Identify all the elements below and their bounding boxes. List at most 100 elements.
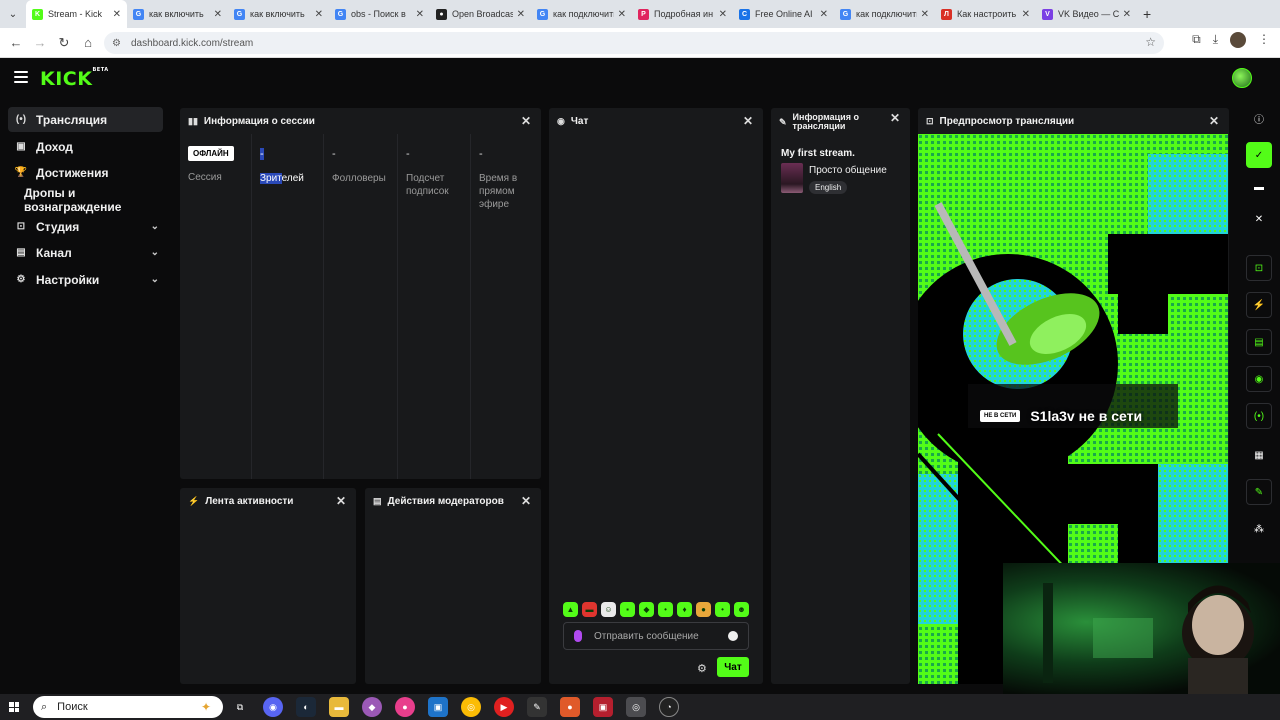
sidebar-item-income[interactable]: ▣ Доход <box>8 134 163 159</box>
emote-icon[interactable]: ▲ <box>563 602 578 617</box>
browser-tab[interactable]: P Подробная ин ✕ <box>632 0 733 28</box>
reload-icon[interactable]: ↻ <box>52 35 76 51</box>
close-icon[interactable]: ✕ <box>521 494 531 508</box>
sidebar-item-studio[interactable]: ⊡ Студия ⌄ <box>8 214 163 239</box>
close-tab-icon[interactable]: ✕ <box>921 9 929 20</box>
browser-tab[interactable]: K Stream - Kick ✕ <box>26 0 127 28</box>
emote-icon[interactable]: ◆ <box>639 602 654 617</box>
editor-icon[interactable]: ✎ <box>527 697 547 717</box>
pencil-icon[interactable]: ✎ <box>1246 479 1272 505</box>
document-icon[interactable]: ▤ <box>1246 329 1272 355</box>
back-icon[interactable]: ← <box>4 35 28 50</box>
close-tab-icon[interactable]: ✕ <box>214 9 222 20</box>
emote-icon[interactable]: • <box>658 602 673 617</box>
profile-avatar[interactable] <box>1230 32 1246 48</box>
browser-tab[interactable]: Gкак подключить ✕ <box>531 0 632 28</box>
chevron-down-icon: ⌄ <box>150 247 159 258</box>
browser-tab[interactable]: C Free Online AI ✕ <box>733 0 834 28</box>
menu-icon[interactable] <box>14 71 28 83</box>
close-icon[interactable]: ✕ <box>521 114 531 128</box>
browser-tab[interactable]: Gкак включить ✕ <box>228 0 329 28</box>
store-icon[interactable]: ▣ <box>428 697 448 717</box>
user-avatar[interactable] <box>1232 68 1252 88</box>
group-icon[interactable]: ⁂ <box>1246 516 1272 542</box>
folder-icon[interactable]: ▬ <box>329 697 349 717</box>
sidebar-item-stream[interactable]: (•) Трансляция <box>8 107 163 132</box>
close-tab-icon[interactable]: ✕ <box>113 9 121 20</box>
info-icon[interactable]: ⓘ <box>1246 105 1272 131</box>
emote-icon[interactable]: ☻ <box>734 602 749 617</box>
app-orange-icon[interactable]: ● <box>560 697 580 717</box>
obs-icon[interactable]: ◔ <box>659 697 679 717</box>
url-field[interactable]: ⚙ dashboard.kick.com/stream ☆ <box>104 32 1164 54</box>
extensions-icon[interactable]: ⧉ <box>1192 32 1201 48</box>
close-icon[interactable]: ✕ <box>743 114 753 128</box>
emote-icon[interactable]: ☺ <box>601 602 616 617</box>
emote-icon[interactable]: • <box>715 602 730 617</box>
sidebar-item-achievements[interactable]: 🏆 Достижения <box>8 160 163 185</box>
chrome-active-icon[interactable]: ◎ <box>626 697 646 717</box>
task-view-icon[interactable]: ⧉ <box>230 697 250 717</box>
layout-icon[interactable]: ▬ <box>1246 174 1272 200</box>
video-player-icon[interactable]: ▶ <box>494 697 514 717</box>
browser-menu-icon[interactable]: ⋮ <box>1258 32 1270 48</box>
app-red-icon[interactable]: ▣ <box>593 697 613 717</box>
chrome-icon[interactable]: ◎ <box>461 697 481 717</box>
stack-icon[interactable]: ▦ <box>1246 442 1272 468</box>
bookmark-star-icon[interactable]: ☆ <box>1145 35 1156 49</box>
emote-icon[interactable]: ▪ <box>620 602 635 617</box>
tab-search-chevron-icon[interactable]: ⌄ <box>0 0 26 28</box>
browser-tab[interactable]: Gкак подключить ✕ <box>834 0 935 28</box>
close-tab-icon[interactable]: ✕ <box>618 9 626 20</box>
taskbar-search[interactable]: ⌕ Поиск ✦ <box>33 696 223 718</box>
kick-header: KICKBETA <box>0 58 1280 100</box>
close-tab-icon[interactable]: ✕ <box>1123 9 1131 20</box>
chat-send-button[interactable]: Чат <box>717 657 749 677</box>
tab-favicon-icon: G <box>840 8 851 20</box>
discord-icon[interactable]: ◉ <box>263 697 283 717</box>
browser-tab[interactable]: Л Как настроить ✕ <box>935 0 1036 28</box>
sidebar-item-drops[interactable]: Дропы и вознаграждение <box>8 186 163 214</box>
browser-tab[interactable]: ● Open Broadcast ✕ <box>430 0 531 28</box>
sidebar-item-settings[interactable]: ⚙ Настройки ⌄ <box>8 267 163 292</box>
chat-message-input[interactable]: Отправить сообщение <box>563 622 749 650</box>
app-pink-icon[interactable]: ● <box>395 697 415 717</box>
browser-tab[interactable]: Gкак включить ✕ <box>127 0 228 28</box>
close-tab-icon[interactable]: ✕ <box>820 9 828 20</box>
windows-start-icon[interactable] <box>0 694 28 720</box>
close-icon[interactable]: ✕ <box>336 494 346 508</box>
close-icon[interactable]: ✕ <box>1246 206 1272 232</box>
microphone-icon[interactable] <box>574 630 582 642</box>
steam-icon[interactable]: ◐ <box>296 697 316 717</box>
sidebar-item-channel[interactable]: ▤ Канал ⌄ <box>8 240 163 265</box>
browser-tab[interactable]: Gobs - Поиск в ✕ <box>329 0 430 28</box>
chat-settings-icon[interactable]: ⚙ <box>697 662 707 675</box>
forward-icon[interactable]: → <box>28 35 52 50</box>
checkmark-icon[interactable]: ✓ <box>1246 142 1272 168</box>
close-tab-icon[interactable]: ✕ <box>315 9 323 20</box>
mod-actions-panel: ▤ Действия модераторов ✕ <box>365 488 541 684</box>
browser-tab[interactable]: V VK Видео — С ✕ <box>1036 0 1137 28</box>
chat-bubble-icon[interactable]: ◉ <box>1246 366 1272 392</box>
emote-icon[interactable]: ♦ <box>677 602 692 617</box>
emoji-icon[interactable] <box>728 631 738 641</box>
webcam-scene <box>1043 583 1254 694</box>
close-tab-icon[interactable]: ✕ <box>416 9 424 20</box>
home-icon[interactable]: ⌂ <box>76 35 100 50</box>
close-tab-icon[interactable]: ✕ <box>517 9 525 20</box>
broadcast-icon[interactable]: (•) <box>1246 403 1272 429</box>
close-tab-icon[interactable]: ✕ <box>1022 9 1030 20</box>
close-icon[interactable]: ✕ <box>890 112 900 124</box>
tab-title: obs - Поиск в <box>351 9 406 19</box>
close-tab-icon[interactable]: ✕ <box>719 9 727 20</box>
emote-icon[interactable]: ● <box>696 602 711 617</box>
app-purple-icon[interactable]: ◆ <box>362 697 382 717</box>
download-icon[interactable]: ⤓ <box>1213 32 1218 48</box>
lightning-icon[interactable]: ⚡ <box>1246 292 1272 318</box>
preview-toggle-icon[interactable]: ⊡ <box>1246 255 1272 281</box>
site-info-icon[interactable]: ⚙ <box>112 38 121 49</box>
emote-icon[interactable]: ▬ <box>582 602 597 617</box>
kick-logo[interactable]: KICKBETA <box>40 67 109 90</box>
new-tab-button[interactable]: + <box>1143 6 1151 22</box>
close-icon[interactable]: ✕ <box>1209 114 1219 128</box>
